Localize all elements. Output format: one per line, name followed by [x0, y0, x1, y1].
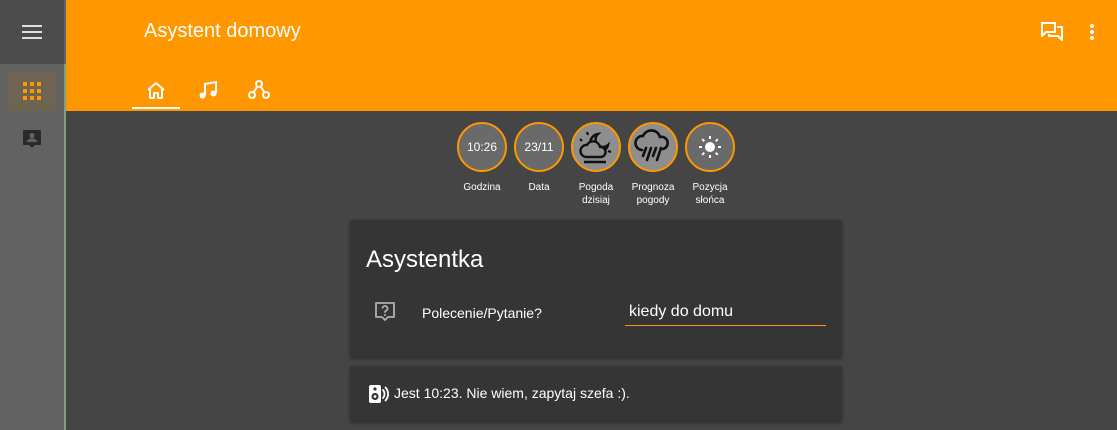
chat-bubbles-icon [1041, 22, 1063, 41]
more-vert-icon [1090, 24, 1094, 40]
badge-sun-position-circle [685, 122, 735, 172]
app-header: Asystent domowy [66, 0, 1117, 111]
home-icon [147, 82, 165, 99]
app: Asystent domowy 10:26 Godzina 23/11 Data… [0, 0, 1117, 430]
assistant-card: Asystentka Polecenie/Pytanie? [350, 220, 842, 358]
response-text: Jest 10:23. Nie wiem, zapytaj szefa :). [394, 385, 630, 401]
grid-icon [23, 82, 41, 100]
badge-weather-today-circle [571, 122, 621, 172]
sidebar-item-contacts[interactable] [8, 119, 56, 159]
sidebar-item-overview[interactable] [8, 71, 56, 111]
sidebar-divider [64, 64, 66, 430]
question-input[interactable] [625, 298, 826, 326]
badge-weather-today-label: Pogoda dzisiaj [578, 182, 614, 206]
conversation-button[interactable] [1039, 18, 1065, 46]
menu-button[interactable] [0, 0, 64, 64]
tab-network[interactable] [235, 70, 283, 110]
partly-cloudy-night-icon [579, 131, 612, 164]
active-tab-indicator [132, 107, 180, 109]
sun-icon [699, 136, 721, 158]
music-note-icon [199, 81, 217, 99]
menu-icon [22, 25, 42, 39]
hub-icon [248, 80, 270, 99]
sidebar [0, 0, 66, 430]
badge-weather-forecast-label: Prognoza pogody [631, 182, 675, 206]
badge-time-label: Godzina [463, 182, 501, 193]
badge-weather-today[interactable]: Pogoda dzisiaj [568, 122, 624, 207]
contact-card-icon [23, 130, 41, 148]
card-title: Asystentka [366, 246, 484, 273]
response-card: Jest 10:23. Nie wiem, zapytaj szefa :). [350, 366, 842, 422]
badge-time-value: 10:26 [457, 122, 507, 172]
badge-date-label: Data [528, 182, 550, 193]
more-options-button[interactable] [1079, 18, 1105, 46]
tab-media[interactable] [184, 70, 232, 110]
badge-date-value: 23/11 [514, 122, 564, 172]
badge-date[interactable]: 23/11 Data [511, 122, 567, 194]
help-bubble-icon [375, 302, 395, 321]
badge-time[interactable]: 10:26 Godzina [454, 122, 510, 194]
tab-home[interactable] [132, 70, 180, 110]
badge-sun-position[interactable]: Pozycja słońca [682, 122, 738, 207]
page-title: Asystent domowy [144, 20, 301, 42]
pouring-rain-icon [634, 129, 669, 162]
question-label: Polecenie/Pytanie? [422, 305, 542, 321]
speaker-icon [369, 385, 389, 403]
badge-weather-forecast[interactable]: Prognoza pogody [625, 122, 681, 207]
badge-sun-position-label: Pozycja słońca [692, 182, 728, 206]
badge-weather-forecast-circle [628, 122, 678, 172]
